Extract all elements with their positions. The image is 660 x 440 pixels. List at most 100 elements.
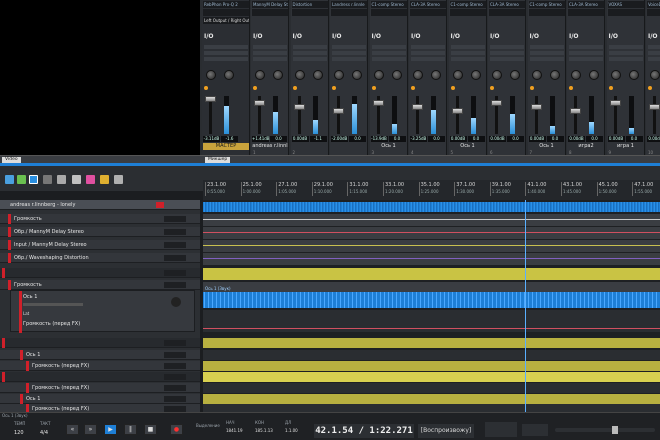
plugin-slot[interactable]: VoiceDesigner — [647, 1, 660, 8]
track-row[interactable]: Ось 1 — [0, 394, 200, 404]
signature-value[interactable]: 4/4 — [40, 430, 48, 436]
envelope-line[interactable] — [203, 258, 660, 259]
track-buttons[interactable] — [164, 340, 186, 346]
send-row[interactable] — [529, 45, 564, 49]
plugin-slot-empty[interactable] — [568, 9, 604, 16]
io-button[interactable]: I/O — [293, 33, 303, 40]
send-row[interactable] — [253, 45, 287, 49]
send-row[interactable] — [608, 45, 643, 49]
pan-knob[interactable] — [492, 70, 502, 80]
io-button[interactable]: I/O — [648, 33, 658, 40]
peak-readout[interactable]: 0.0 — [586, 136, 603, 142]
send-row[interactable] — [608, 57, 643, 61]
peak-readout[interactable]: 0.0 — [388, 136, 406, 142]
width-knob[interactable] — [470, 70, 481, 80]
peak-readout[interactable]: 0.0 — [270, 136, 287, 142]
plugin-slot[interactable]: VOXAS — [607, 1, 644, 8]
lock-icon[interactable] — [57, 175, 66, 184]
start-value[interactable]: 1841.19 — [226, 428, 243, 433]
send-row[interactable] — [332, 45, 366, 49]
peak-readout[interactable]: -1.1 — [309, 136, 327, 142]
plugin-slot[interactable]: C1-comp Stereo — [449, 1, 486, 8]
send-row[interactable] — [332, 51, 366, 55]
time-display[interactable]: 42.1.54 / 1:22.271 — [314, 424, 414, 438]
pan-knob[interactable] — [452, 70, 463, 80]
pan-knob[interactable] — [255, 70, 265, 80]
record-arm-button[interactable] — [156, 202, 164, 208]
envelope-lane[interactable] — [203, 253, 660, 265]
io-button[interactable]: I/O — [609, 33, 619, 40]
track-name-label[interactable]: игра 1 — [608, 143, 644, 150]
select-tool-icon[interactable] — [5, 175, 14, 184]
pause-button[interactable]: ‖ — [124, 424, 137, 435]
send-row[interactable] — [450, 51, 485, 55]
envelope-row[interactable]: Громкость — [0, 214, 200, 224]
tempo-value[interactable]: 120 — [14, 430, 24, 436]
volume-readout[interactable]: -2.00dB — [331, 136, 348, 142]
envelope-row[interactable]: Обр./ Waveshaping Distortion — [0, 253, 200, 263]
volume-fader-cap[interactable] — [412, 104, 423, 110]
send-row[interactable] — [490, 45, 524, 49]
send-row[interactable] — [253, 51, 287, 55]
volume-fader-track[interactable] — [297, 96, 301, 134]
envelope-row[interactable]: Громкость (перед FX) — [0, 383, 200, 393]
send-row[interactable] — [490, 51, 524, 55]
snap-icon[interactable] — [17, 175, 26, 184]
plugin-slot[interactable]: CLA-3A Stereo — [568, 1, 604, 8]
track-buttons[interactable] — [164, 270, 186, 276]
pan-knob[interactable] — [571, 70, 581, 80]
track-name-label[interactable]: andreas r.linnl — [252, 143, 288, 150]
io-button[interactable]: I/O — [204, 33, 214, 40]
envelope-lane[interactable] — [203, 282, 660, 292]
plugin-slot[interactable]: CLA-3A Stereo — [489, 1, 525, 8]
send-row[interactable] — [371, 51, 406, 55]
grid-icon[interactable] — [29, 175, 38, 184]
peak-readout[interactable]: 0.0 — [467, 136, 485, 142]
volume-fader-track[interactable] — [455, 96, 459, 134]
io-button[interactable]: I/O — [451, 33, 461, 40]
pan-knob[interactable] — [373, 70, 384, 80]
volume-readout[interactable]: 0.00dB — [647, 136, 660, 142]
folder-track-row[interactable] — [0, 268, 200, 278]
midi-item[interactable] — [203, 404, 660, 412]
markers-icon[interactable] — [86, 175, 95, 184]
io-button[interactable]: I/O — [253, 33, 263, 40]
folder-item[interactable] — [203, 394, 660, 404]
volume-readout[interactable]: -13.9dB — [370, 136, 388, 142]
volume-fader-cap[interactable] — [254, 100, 265, 106]
track-name-label[interactable] — [647, 143, 660, 150]
send-row[interactable] — [411, 45, 445, 49]
volume-readout[interactable]: 0.00dB — [449, 136, 467, 142]
track-name-label[interactable]: игра2 — [568, 143, 604, 150]
send-row[interactable] — [608, 51, 643, 55]
track-name-label[interactable] — [292, 143, 328, 150]
track-buttons[interactable] — [164, 255, 186, 261]
envelope-row[interactable]: Громкость (перед FX) — [0, 361, 200, 371]
send-row[interactable] — [648, 45, 660, 49]
send-row[interactable] — [648, 57, 660, 61]
send-row[interactable] — [292, 51, 327, 55]
plugin-slot[interactable]: CLA-3A Stereo — [410, 1, 446, 8]
plugin-slot-empty[interactable] — [252, 9, 288, 16]
peak-readout[interactable]: 0.0 — [349, 136, 366, 142]
pan-knob[interactable] — [334, 70, 344, 80]
pan-knob[interactable] — [206, 70, 216, 80]
volume-fader-cap[interactable] — [649, 104, 660, 110]
volume-readout[interactable]: -3.11dB — [203, 136, 220, 142]
track-buttons[interactable] — [164, 374, 186, 380]
width-knob[interactable] — [391, 70, 402, 80]
width-knob[interactable] — [431, 70, 441, 80]
send-row[interactable] — [450, 57, 485, 61]
volume-fader-track[interactable] — [534, 96, 538, 134]
stop-button[interactable]: ■ — [144, 424, 157, 435]
end-value[interactable]: 185.1.13 — [255, 428, 273, 433]
volume-fader-cap[interactable] — [333, 108, 344, 114]
volume-fader-cap[interactable] — [609, 100, 621, 106]
track-name-label[interactable] — [331, 143, 367, 150]
plugin-slot-empty[interactable] — [607, 9, 644, 16]
volume-fader-cap[interactable] — [451, 108, 463, 114]
volume-fader-track[interactable] — [337, 96, 340, 134]
folder-item[interactable] — [203, 372, 660, 382]
peak-readout[interactable]: -1.6 — [221, 136, 238, 142]
envelope-row[interactable]: Input / MannyM Delay Stereo — [0, 240, 200, 250]
